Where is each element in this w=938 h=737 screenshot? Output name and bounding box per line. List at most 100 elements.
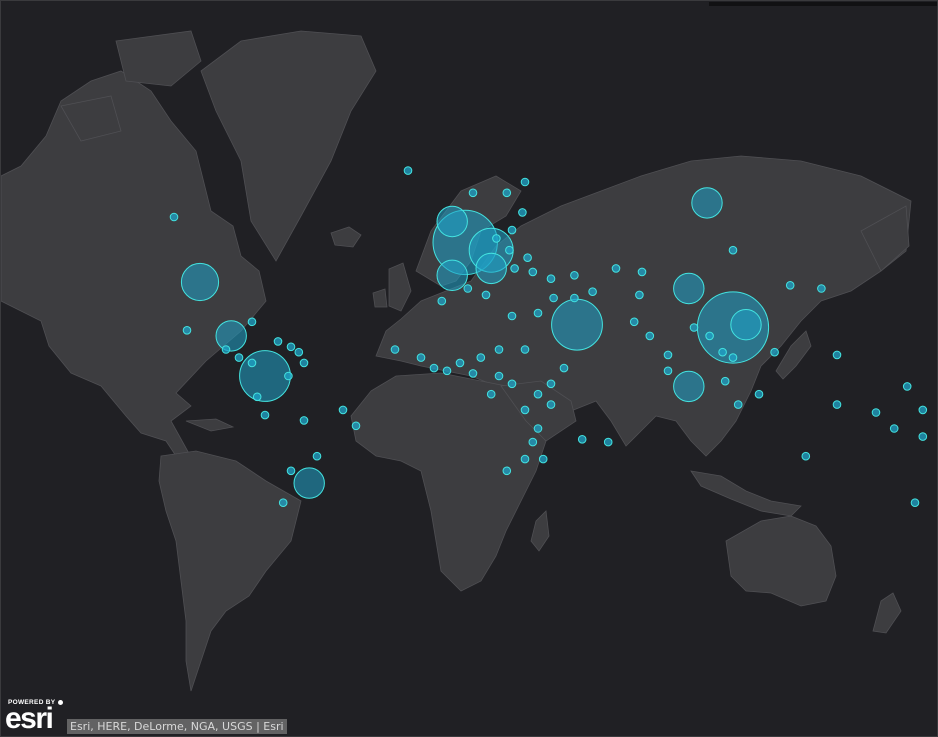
map-marker[interactable] (533, 308, 543, 318)
map-marker[interactable] (429, 363, 439, 373)
map-marker[interactable] (294, 347, 304, 357)
map-marker[interactable] (520, 454, 530, 464)
map-marker[interactable] (278, 498, 288, 508)
map-marker[interactable] (286, 342, 296, 352)
map-marker[interactable] (299, 416, 309, 425)
map-marker[interactable] (832, 350, 842, 360)
map-marker[interactable] (416, 353, 426, 362)
map-marker[interactable] (718, 347, 727, 357)
map-marker[interactable] (239, 350, 291, 402)
map-marker[interactable] (286, 466, 296, 476)
map-marker[interactable] (436, 205, 468, 238)
map-marker[interactable] (502, 188, 512, 198)
map-marker[interactable] (284, 371, 293, 381)
map-marker[interactable] (221, 345, 231, 354)
map-marker[interactable] (728, 245, 738, 255)
map-marker[interactable] (510, 264, 519, 273)
map-marker[interactable] (468, 188, 478, 198)
map-marker[interactable] (436, 259, 468, 291)
map-marker[interactable] (476, 353, 486, 362)
map-marker[interactable] (502, 466, 512, 476)
map-marker[interactable] (635, 290, 644, 300)
map-marker[interactable] (637, 267, 647, 277)
map-marker[interactable] (182, 326, 192, 335)
map-marker[interactable] (570, 271, 579, 280)
map-marker[interactable] (455, 358, 465, 368)
map-marker[interactable] (577, 435, 587, 444)
map-marker[interactable] (273, 337, 283, 346)
map-marker[interactable] (785, 281, 795, 290)
map-marker[interactable] (720, 376, 730, 386)
map-marker[interactable] (546, 379, 556, 389)
map-marker[interactable] (507, 311, 517, 321)
map-marker[interactable] (403, 166, 413, 175)
map-marker[interactable] (494, 371, 504, 381)
map-marker[interactable] (902, 382, 912, 391)
map-marker[interactable] (390, 345, 400, 354)
map-marker[interactable] (468, 369, 478, 378)
map-marker[interactable] (663, 366, 673, 376)
map-marker[interactable] (733, 400, 743, 409)
map-marker[interactable] (475, 252, 507, 285)
map-marker[interactable] (520, 345, 530, 354)
map-marker[interactable] (603, 437, 613, 447)
map-marker[interactable] (691, 187, 723, 219)
map-view[interactable]: POWERED BY esri Esri, HERE, DeLorme, NGA… (0, 0, 938, 737)
map-marker[interactable] (215, 320, 247, 352)
map-marker[interactable] (546, 274, 556, 284)
map-canvas[interactable] (1, 1, 937, 736)
map-marker[interactable] (260, 410, 270, 420)
map-marker[interactable] (486, 389, 496, 399)
map-marker[interactable] (663, 350, 673, 360)
map-marker[interactable] (645, 331, 655, 341)
map-marker[interactable] (481, 290, 491, 300)
map-marker[interactable] (520, 177, 530, 187)
map-marker[interactable] (520, 405, 530, 415)
map-marker[interactable] (549, 293, 558, 303)
map-marker[interactable] (730, 309, 762, 341)
map-marker[interactable] (312, 451, 322, 461)
map-marker[interactable] (754, 389, 764, 399)
map-marker[interactable] (507, 225, 517, 235)
map-marker[interactable] (299, 358, 309, 368)
map-marker[interactable] (533, 424, 543, 433)
map-marker[interactable] (492, 234, 501, 243)
map-marker[interactable] (528, 267, 538, 277)
map-marker[interactable] (538, 454, 548, 464)
map-marker[interactable] (505, 245, 514, 255)
map-marker[interactable] (673, 272, 705, 305)
map-marker[interactable] (351, 421, 361, 431)
map-marker[interactable] (832, 400, 842, 409)
map-marker[interactable] (588, 287, 597, 297)
map-marker[interactable] (629, 317, 639, 327)
map-marker[interactable] (528, 437, 538, 447)
map-marker[interactable] (252, 392, 262, 402)
map-marker[interactable] (673, 370, 705, 403)
map-marker[interactable] (801, 451, 811, 461)
map-marker[interactable] (705, 331, 714, 341)
map-marker[interactable] (559, 363, 569, 373)
map-marker[interactable] (247, 358, 257, 368)
map-marker[interactable] (463, 284, 473, 293)
map-marker[interactable] (910, 498, 920, 508)
map-marker[interactable] (533, 389, 543, 399)
map-marker[interactable] (338, 405, 348, 415)
map-marker[interactable] (689, 323, 699, 332)
map-marker[interactable] (494, 345, 504, 354)
map-marker[interactable] (918, 405, 928, 415)
map-marker[interactable] (442, 366, 452, 376)
map-marker[interactable] (234, 353, 244, 362)
map-marker[interactable] (437, 296, 447, 306)
map-marker[interactable] (293, 467, 325, 499)
map-marker[interactable] (507, 379, 517, 389)
map-marker[interactable] (918, 432, 928, 441)
map-marker[interactable] (889, 424, 899, 433)
map-marker[interactable] (551, 298, 603, 351)
map-marker[interactable] (169, 212, 179, 222)
map-marker[interactable] (570, 293, 579, 303)
map-marker[interactable] (611, 264, 621, 273)
map-marker[interactable] (871, 408, 881, 417)
map-marker[interactable] (817, 284, 826, 293)
map-marker[interactable] (546, 400, 556, 409)
map-marker[interactable] (180, 262, 220, 302)
